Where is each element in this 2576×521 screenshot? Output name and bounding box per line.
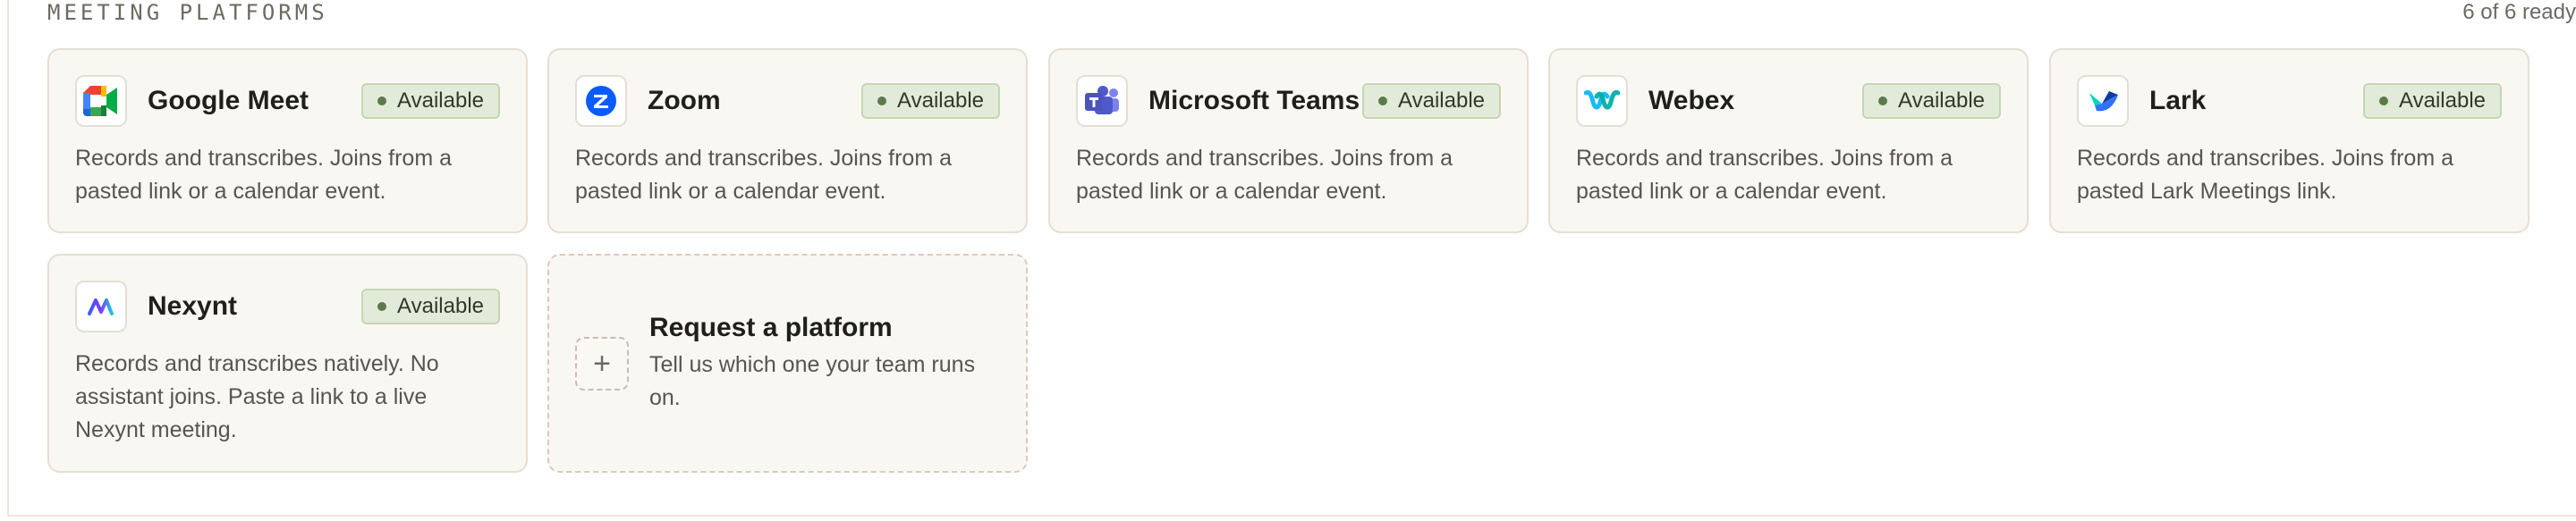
google-meet-icon: [75, 75, 127, 127]
lark-icon: [2077, 75, 2129, 127]
status-label: Available: [397, 88, 484, 113]
ready-count: 6 of 6 ready: [2462, 0, 2576, 24]
platform-description: Records and transcribes natively. No ass…: [75, 351, 439, 442]
status-dot-icon: [2379, 97, 2389, 105]
microsoft-teams-icon: [1076, 75, 1128, 127]
platform-name: Google Meet: [148, 86, 309, 115]
webex-icon: [1576, 75, 1628, 127]
section-title: MEETING PLATFORMS: [47, 0, 328, 25]
platform-description: Records and transcribes. Joins from a pa…: [1076, 146, 1453, 204]
status-dot-icon: [1378, 97, 1388, 105]
platform-card-microsoft-teams[interactable]: Microsoft Teams Available Records and tr…: [1048, 48, 1529, 233]
zoom-icon: [575, 75, 627, 127]
platform-name: Nexynt: [148, 291, 238, 321]
request-subtitle: Tell us which one your team runs on.: [649, 352, 976, 410]
platform-card-lark[interactable]: Lark Available Records and transcribes. …: [2049, 48, 2529, 233]
status-badge: Available: [1362, 83, 1501, 119]
meeting-platforms-panel: MEETING PLATFORMS 6 of 6 ready Google Me…: [0, 0, 2576, 521]
platform-name: Lark: [2149, 86, 2207, 115]
platform-description: Records and transcribes. Joins from a pa…: [2077, 146, 2454, 204]
status-label: Available: [1398, 88, 1485, 113]
request-title: Request a platform: [649, 313, 893, 342]
status-badge: Available: [1862, 83, 2001, 119]
platform-description: Records and transcribes. Joins from a pa…: [75, 146, 453, 204]
platform-name: Microsoft Teams: [1148, 86, 1360, 115]
nexynt-icon: [75, 281, 127, 332]
status-label: Available: [1898, 88, 1985, 113]
status-badge: Available: [361, 289, 500, 324]
status-dot-icon: [377, 97, 387, 105]
status-badge: Available: [361, 83, 500, 119]
platform-description: Records and transcribes. Joins from a pa…: [1576, 146, 1953, 204]
platform-name: Webex: [1648, 86, 1735, 115]
status-dot-icon: [877, 97, 887, 105]
status-dot-icon: [377, 302, 387, 311]
platform-card-nexynt[interactable]: Nexynt Available Records and transcribes…: [47, 254, 528, 473]
platform-name: Zoom: [648, 86, 721, 115]
platform-card-webex[interactable]: Webex Available Records and transcribes.…: [1548, 48, 2029, 233]
status-label: Available: [2399, 88, 2486, 113]
status-dot-icon: [1878, 97, 1888, 105]
platform-card-zoom[interactable]: Zoom Available Records and transcribes. …: [547, 48, 1028, 233]
platform-card-google-meet[interactable]: Google Meet Available Records and transc…: [47, 48, 528, 233]
status-badge: Available: [861, 83, 1000, 119]
status-badge: Available: [2363, 83, 2502, 119]
request-platform-card[interactable]: + Request a platform Tell us which one y…: [547, 254, 1028, 473]
status-label: Available: [397, 294, 484, 318]
status-label: Available: [897, 88, 984, 113]
platform-description: Records and transcribes. Joins from a pa…: [575, 146, 953, 204]
plus-icon: +: [575, 337, 629, 391]
